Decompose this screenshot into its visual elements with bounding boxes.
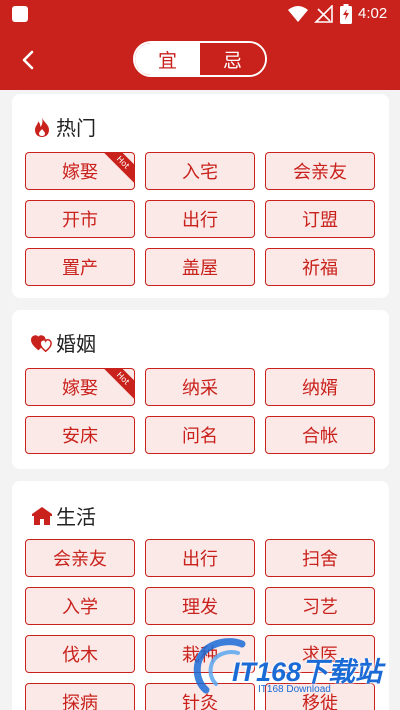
tag-item[interactable]: 安床 [25, 416, 135, 454]
section-hot: 热门 嫁娶 Hot 入宅 会亲友 开市 出行 订盟 置产 盖屋 祈福 [12, 94, 389, 298]
tag-item[interactable]: 盖屋 [145, 248, 255, 286]
tag-label: 入宅 [182, 162, 218, 183]
tag-label: 订盟 [302, 210, 338, 231]
clock: 4:02 [358, 5, 388, 22]
tag-item[interactable]: 嫁娶 Hot [25, 152, 135, 190]
tag-label: 安床 [62, 426, 98, 447]
section-marriage: 婚姻 嫁娶 Hot 纳采 纳婿 安床 问名 合帐 [12, 310, 389, 469]
tag-item[interactable]: 会亲友 [265, 152, 375, 190]
tag-label: 入学 [62, 597, 98, 618]
tag-grid-hot: 嫁娶 Hot 入宅 会亲友 开市 出行 订盟 置产 盖屋 祈福 [25, 152, 377, 286]
tag-label: 出行 [182, 549, 218, 570]
wifi-icon [288, 6, 308, 22]
tag-label: 扫舍 [302, 549, 338, 570]
tag-item[interactable]: 问名 [145, 416, 255, 454]
section-title-life: 生活 [31, 501, 96, 530]
tag-item[interactable]: 置产 [25, 248, 135, 286]
house-icon [31, 505, 53, 527]
tag-label: 探病 [62, 693, 98, 710]
tag-label: 会亲友 [53, 549, 107, 570]
tag-item[interactable]: 出行 [145, 539, 255, 577]
yi-ji-toggle: 宜 忌 [133, 41, 267, 77]
notification-icon [12, 6, 28, 22]
hearts-icon [31, 332, 53, 354]
tag-item[interactable]: 祈福 [265, 248, 375, 286]
battery-icon [340, 4, 352, 24]
section-title-marriage: 婚姻 [31, 328, 96, 357]
tag-label: 置产 [62, 258, 98, 279]
tag-item[interactable]: 会亲友 [25, 539, 135, 577]
tag-label: 理发 [182, 597, 218, 618]
tag-item[interactable]: 合帐 [265, 416, 375, 454]
section-title-text: 生活 [56, 505, 96, 529]
tag-label: 嫁娶 [62, 378, 98, 399]
tag-label: 问名 [182, 426, 218, 447]
status-bar: 4:02 [0, 0, 400, 30]
tag-item[interactable]: 入宅 [145, 152, 255, 190]
section-title-text: 婚姻 [56, 332, 96, 356]
tag-label: 盖屋 [182, 258, 218, 279]
tag-item[interactable]: 订盟 [265, 200, 375, 238]
section-title-hot: 热门 [31, 112, 96, 141]
hot-badge: Hot [100, 153, 134, 185]
top-nav-bar: 宜 忌 [0, 30, 400, 90]
tag-item[interactable]: 纳婿 [265, 368, 375, 406]
back-button[interactable] [14, 46, 42, 74]
chevron-left-icon [22, 50, 34, 70]
tag-label: 合帐 [302, 426, 338, 447]
tag-item[interactable]: 出行 [145, 200, 255, 238]
tag-item[interactable]: 伐木 [25, 635, 135, 673]
tag-item[interactable]: 入学 [25, 587, 135, 625]
tab-yi[interactable]: 宜 [135, 43, 200, 75]
section-title-text: 热门 [56, 116, 96, 140]
tag-item[interactable]: 嫁娶 Hot [25, 368, 135, 406]
tag-label: 会亲友 [293, 162, 347, 183]
signal-icon [314, 5, 333, 23]
tag-label: 嫁娶 [62, 162, 98, 183]
tag-label: 开市 [62, 210, 98, 231]
tab-ji[interactable]: 忌 [200, 43, 265, 75]
tag-item[interactable]: 扫舍 [265, 539, 375, 577]
tag-label: 纳采 [182, 378, 218, 399]
tag-label: 祈福 [302, 258, 338, 279]
tag-item[interactable]: 理发 [145, 587, 255, 625]
tag-label: 纳婿 [302, 378, 338, 399]
site-watermark: IT168下载站 IT168 Download [192, 628, 400, 710]
tag-item[interactable]: 纳采 [145, 368, 255, 406]
tag-item[interactable]: 习艺 [265, 587, 375, 625]
tag-grid-marriage: 嫁娶 Hot 纳采 纳婿 安床 问名 合帐 [25, 368, 377, 454]
tag-label: 出行 [182, 210, 218, 231]
tag-label: 伐木 [62, 645, 98, 666]
tag-label: 习艺 [302, 597, 338, 618]
hot-badge: Hot [100, 369, 134, 401]
watermark-subtext: IT168 Download [258, 684, 331, 695]
tag-item[interactable]: 探病 [25, 683, 135, 710]
tag-item[interactable]: 开市 [25, 200, 135, 238]
fire-icon [31, 116, 53, 138]
